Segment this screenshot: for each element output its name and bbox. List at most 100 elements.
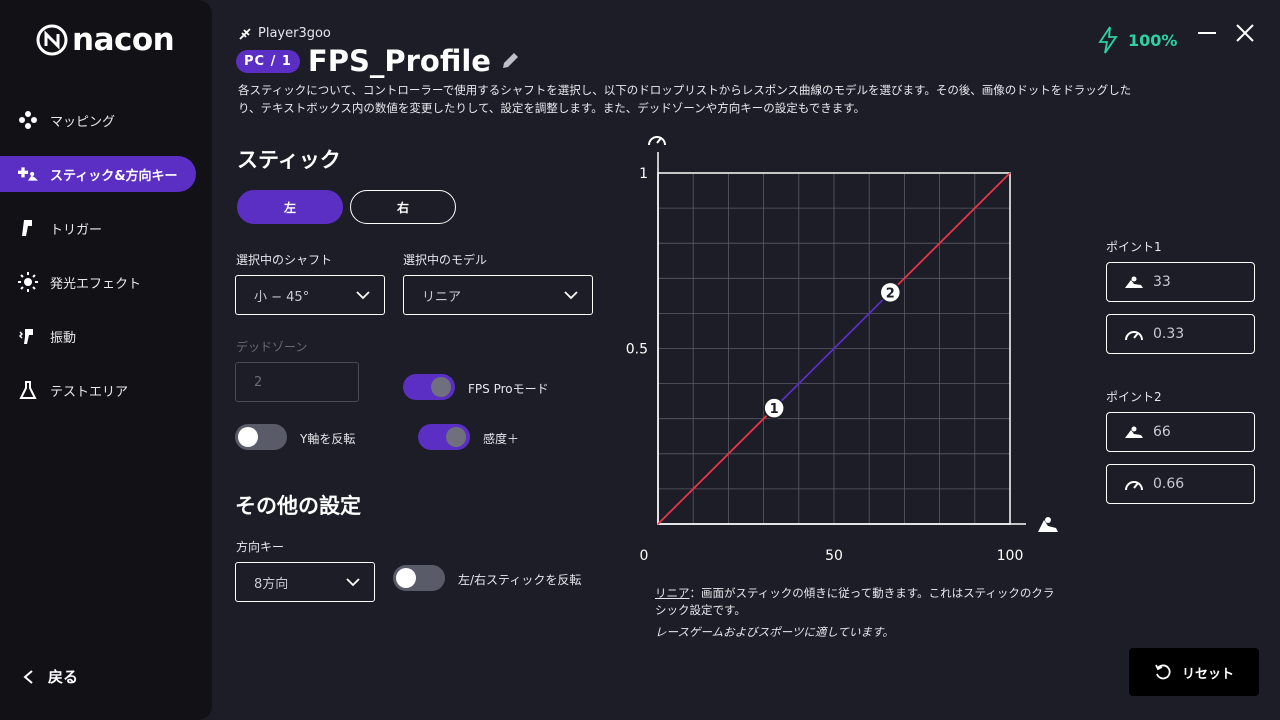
model-select[interactable]: リニア bbox=[403, 275, 593, 315]
point1-y-input[interactable]: 0.33 bbox=[1106, 314, 1255, 354]
swap-sticks-label: 左/右スティックを反転 bbox=[458, 573, 582, 587]
x-tick-label: 0 bbox=[640, 548, 649, 564]
control-point-1[interactable]: 1 bbox=[763, 397, 785, 419]
player-info: Player3goo bbox=[238, 26, 331, 41]
vibration-icon bbox=[18, 326, 38, 346]
response-curve-chart[interactable]: 1 2 0 50 100 1 0.5 bbox=[620, 128, 1070, 568]
chevron-down-icon bbox=[346, 578, 360, 587]
point2-x-input[interactable]: 66 bbox=[1106, 412, 1255, 452]
model-label: 選択中のモデル bbox=[403, 253, 488, 267]
series-segment bbox=[889, 172, 1011, 293]
sidebar-item-vibration[interactable]: 振動 bbox=[0, 318, 212, 354]
swap-sticks-toggle[interactable] bbox=[393, 565, 445, 591]
stick-dpad-icon bbox=[18, 164, 38, 184]
point2-y-input[interactable]: 0.66 bbox=[1106, 464, 1255, 504]
sidebar-item-label: 発光エフェクト bbox=[50, 276, 142, 292]
deadzone-input[interactable]: 2 bbox=[235, 362, 359, 402]
sidebar: nacon マッピング スティック&方向キー トリガー 発光エフェクト 振動 テ… bbox=[0, 0, 212, 720]
sidebar-item-label: マッピング bbox=[50, 114, 116, 130]
reset-icon bbox=[1155, 664, 1171, 680]
stick-section-title: スティック bbox=[237, 148, 341, 172]
page-description: 各スティックについて、コントローラーで使用するシャフトを選択し、以下のドロップリ… bbox=[238, 83, 1132, 115]
close-icon[interactable] bbox=[1234, 22, 1256, 44]
sidebar-item-stick-dpad[interactable]: スティック&方向キー bbox=[0, 156, 196, 192]
point1-x-input[interactable]: 33 bbox=[1106, 262, 1255, 302]
back-label: 戻る bbox=[48, 668, 79, 686]
model-name-link[interactable]: リニア bbox=[655, 586, 690, 600]
series-segment bbox=[773, 291, 891, 409]
fps-pro-label: FPS Proモード bbox=[468, 382, 549, 396]
minimize-icon[interactable] bbox=[1198, 32, 1216, 34]
trigger-icon bbox=[18, 218, 38, 238]
chart-tick-labels: 0 50 100 1 0.5 bbox=[626, 166, 1024, 564]
left-stick-button[interactable]: 左 bbox=[237, 190, 343, 224]
shaft-select[interactable]: 小 − 45° bbox=[235, 275, 385, 315]
control-point-2[interactable]: 2 bbox=[879, 281, 902, 304]
x-tick-label: 50 bbox=[825, 548, 843, 564]
point1-x-value: 33 bbox=[1153, 274, 1171, 290]
light-effect-icon bbox=[18, 272, 38, 292]
fps-pro-toggle[interactable] bbox=[403, 374, 455, 400]
point2-label: ポイント2 bbox=[1106, 390, 1162, 404]
profile-title-row: PC / 1 FPS_Profile bbox=[236, 44, 521, 78]
shaft-label: 選択中のシャフト bbox=[236, 253, 333, 267]
dpad-select[interactable]: 8方向 bbox=[235, 562, 375, 602]
gauge-icon bbox=[1125, 481, 1143, 491]
stick-tilt-icon bbox=[1125, 426, 1143, 438]
battery-percentage: 100% bbox=[1128, 30, 1178, 50]
player-icon bbox=[239, 27, 251, 40]
back-button[interactable]: 戻る bbox=[22, 666, 78, 687]
sidebar-item-label: トリガー bbox=[50, 222, 103, 238]
model-usage-note: レースゲームおよびスポーツに適しています。 bbox=[655, 625, 894, 639]
sidebar-item-mapping[interactable]: マッピング bbox=[0, 102, 212, 138]
toggle-knob bbox=[446, 427, 466, 447]
x-tick-label: 100 bbox=[997, 548, 1024, 564]
point2-y-value: 0.66 bbox=[1153, 476, 1185, 492]
sidebar-item-test-area[interactable]: テストエリア bbox=[0, 372, 212, 408]
sidebar-item-light[interactable]: 発光エフェクト bbox=[0, 264, 212, 300]
dpad-label: 方向キー bbox=[236, 540, 285, 554]
invert-y-label: Y軸を反転 bbox=[300, 432, 356, 446]
model-description: リニア：画面がスティックの傾きに従って動きます。これはスティックのクラシック設定… bbox=[655, 585, 1055, 619]
toggle-knob bbox=[238, 427, 258, 447]
toggle-knob bbox=[396, 568, 416, 588]
logo-text: nacon bbox=[72, 22, 175, 58]
control-point-label: 2 bbox=[886, 286, 895, 301]
series-segment bbox=[657, 407, 775, 525]
right-stick-button[interactable]: 右 bbox=[350, 190, 456, 224]
point1-label: ポイント1 bbox=[1106, 240, 1162, 254]
chevron-down-icon bbox=[564, 291, 578, 300]
profile-title: FPS_Profile bbox=[307, 44, 491, 78]
model-description-text: ：画面がスティックの傾きに従って動きます。これはスティックのクラシック設定です。 bbox=[655, 586, 1055, 617]
y-axis-gauge-icon bbox=[648, 136, 666, 146]
reset-button[interactable]: リセット bbox=[1129, 648, 1259, 696]
gauge-icon bbox=[1125, 331, 1143, 341]
sidebar-item-label: スティック&方向キー bbox=[50, 168, 178, 184]
chevron-down-icon bbox=[356, 291, 370, 300]
other-settings-title: その他の設定 bbox=[235, 494, 361, 518]
reset-label: リセット bbox=[1181, 666, 1234, 682]
response-curve-svg[interactable]: 1 2 0 50 100 1 0.5 bbox=[620, 128, 1070, 568]
lightning-icon bbox=[1098, 26, 1118, 54]
sensitivity-toggle[interactable] bbox=[418, 424, 470, 450]
point2-x-value: 66 bbox=[1153, 424, 1171, 440]
toggle-knob bbox=[431, 377, 451, 397]
pencil-icon[interactable] bbox=[499, 50, 521, 72]
sidebar-nav: マッピング スティック&方向キー トリガー 発光エフェクト 振動 テストエリア bbox=[0, 102, 212, 426]
flask-icon bbox=[18, 380, 38, 400]
y-tick-label: 0.5 bbox=[626, 342, 648, 358]
chevron-left-icon bbox=[23, 669, 33, 684]
nacon-logo: nacon bbox=[36, 22, 175, 58]
point1-y-value: 0.33 bbox=[1153, 326, 1185, 342]
model-value: リニア bbox=[422, 289, 462, 305]
sensitivity-label: 感度＋ bbox=[483, 432, 520, 446]
gamepad-buttons-icon bbox=[18, 110, 38, 130]
stick-tilt-icon bbox=[1125, 276, 1143, 288]
sidebar-item-label: 振動 bbox=[50, 330, 77, 346]
sidebar-item-trigger[interactable]: トリガー bbox=[0, 210, 212, 246]
y-tick-label: 1 bbox=[639, 166, 648, 182]
sidebar-item-label: テストエリア bbox=[50, 384, 129, 400]
shaft-value: 小 − 45° bbox=[254, 289, 310, 305]
platform-badge: PC / 1 bbox=[236, 49, 300, 73]
invert-y-toggle[interactable] bbox=[235, 424, 287, 450]
